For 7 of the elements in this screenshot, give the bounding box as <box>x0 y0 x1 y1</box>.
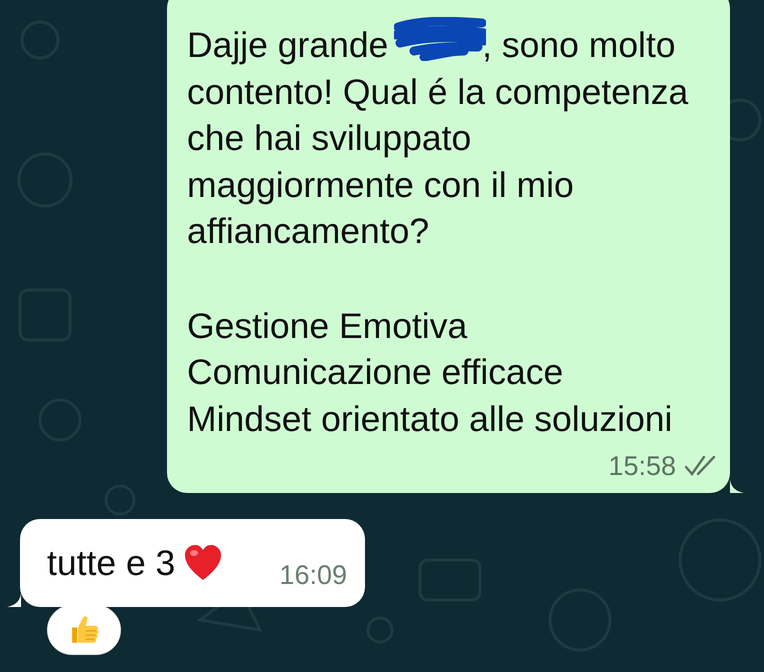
message-line: Comunicazione efficace <box>187 352 564 392</box>
message-line: Gestione Emotiva <box>187 306 468 346</box>
message-text: tutte e 3 <box>47 542 176 584</box>
timestamp: 16:09 <box>279 558 347 592</box>
timestamp: 15:58 <box>608 450 676 483</box>
message-text: Dajje grande , sono molto contento! Qual é la competenza che hai sviluppato maggiormente con il mio affiancamento? <box>187 24 690 253</box>
message-line: Mindset orientato alle soluzioni <box>187 398 672 438</box>
